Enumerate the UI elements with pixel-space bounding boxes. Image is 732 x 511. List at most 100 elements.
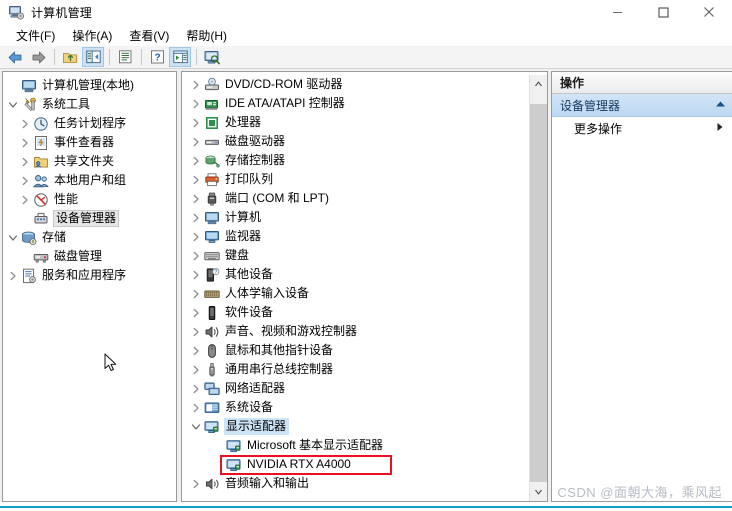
- console-tree-item[interactable]: 存储: [3, 228, 176, 247]
- device-tree-item[interactable]: 鼠标和其他指针设备: [182, 341, 529, 360]
- device-tree-item[interactable]: 打印队列: [182, 170, 529, 189]
- scroll-thumb[interactable]: [530, 104, 547, 482]
- chevron-right-icon[interactable]: [188, 479, 204, 489]
- chevron-right-icon[interactable]: [188, 213, 204, 223]
- console-tree-item-label: 系统工具: [42, 97, 91, 111]
- device-tree-item[interactable]: 软件设备: [182, 303, 529, 322]
- device-tree-item[interactable]: 端口 (COM 和 LPT): [182, 189, 529, 208]
- menu-help[interactable]: 帮助(H): [178, 25, 236, 46]
- chevron-right-icon[interactable]: [188, 308, 204, 318]
- storage-icon: [22, 231, 37, 245]
- chevron-right-icon[interactable]: [188, 403, 204, 413]
- device-tree-item[interactable]: DVD/CD-ROM 驱动器: [182, 75, 529, 94]
- device-tree-item[interactable]: 系统设备: [182, 398, 529, 417]
- menu-action[interactable]: 操作(A): [64, 25, 121, 46]
- console-tree-item[interactable]: 事件查看器: [3, 133, 176, 152]
- console-tree-pane[interactable]: 计算机管理(本地) 系统工具任务计划程序 事件查看器 共享文件夹 本地用户和组 性能 设备管…: [2, 71, 177, 502]
- chevron-right-icon[interactable]: [188, 365, 204, 375]
- chevron-right-icon[interactable]: [188, 289, 204, 299]
- console-tree-item[interactable]: 性能: [3, 190, 176, 209]
- chevron-right-icon: [193, 384, 199, 393]
- console-tree-item[interactable]: 共享文件夹: [3, 152, 176, 171]
- scroll-up-icon: [535, 81, 542, 87]
- chevron-down-icon: [8, 234, 18, 241]
- close-button[interactable]: [686, 0, 732, 24]
- scan-hardware-button[interactable]: [201, 47, 223, 67]
- chevron-right-icon[interactable]: [188, 194, 204, 204]
- window-controls: [594, 0, 732, 24]
- chevron-right-icon[interactable]: [188, 175, 204, 185]
- device-tree-item[interactable]: 声音、视频和游戏控制器: [182, 322, 529, 341]
- device-tree-item[interactable]: 网络适配器: [182, 379, 529, 398]
- console-tree-item[interactable]: 系统工具: [3, 95, 176, 114]
- forward-button[interactable]: [27, 47, 49, 67]
- chevron-right-icon: [22, 119, 28, 128]
- chevron-right-icon[interactable]: [188, 384, 204, 394]
- device-tree-item[interactable]: 监视器: [182, 227, 529, 246]
- chevron-right-icon[interactable]: [188, 99, 204, 109]
- device-tree-item[interactable]: 通用串行总线控制器: [182, 360, 529, 379]
- chevron-right-icon[interactable]: [188, 346, 204, 356]
- device-tree-item[interactable]: 显示适配器: [182, 417, 529, 436]
- chevron-right-icon[interactable]: [17, 157, 33, 167]
- minimize-button[interactable]: [594, 0, 640, 24]
- back-button[interactable]: [4, 47, 26, 67]
- maximize-button[interactable]: [640, 0, 686, 24]
- other-devices-icon: ?: [206, 267, 220, 282]
- chevron-right-icon[interactable]: [188, 251, 204, 261]
- scroll-down-button[interactable]: [530, 484, 547, 501]
- chevron-right-icon[interactable]: [17, 195, 33, 205]
- device-tree-item-highlighted[interactable]: NVIDIA RTX A4000: [182, 455, 529, 475]
- device-tree-item[interactable]: ? 其他设备: [182, 265, 529, 284]
- scroll-track[interactable]: [530, 92, 547, 484]
- device-tree-item[interactable]: 音频输入和输出: [182, 474, 529, 493]
- chevron-down-icon[interactable]: [5, 233, 21, 243]
- menu-file[interactable]: 文件(F): [8, 25, 64, 46]
- device-tree-scrollbar[interactable]: [529, 75, 547, 501]
- actions-pane[interactable]: 操作 设备管理器 更多操作: [551, 71, 732, 502]
- collapse-caret-icon[interactable]: [715, 100, 726, 110]
- display-adapter-icon: [226, 439, 241, 452]
- console-tree-item[interactable]: 任务计划程序: [3, 114, 176, 133]
- help-button[interactable]: ?: [146, 47, 168, 67]
- properties-button[interactable]: [114, 47, 136, 67]
- console-tree-item[interactable]: 计算机管理(本地): [3, 76, 176, 95]
- device-tree-item[interactable]: IDE ATA/ATAPI 控制器: [182, 94, 529, 113]
- device-tree-item[interactable]: 键盘: [182, 246, 529, 265]
- chevron-right-icon[interactable]: [188, 156, 204, 166]
- chevron-right-icon[interactable]: [17, 176, 33, 186]
- action-more-actions[interactable]: 更多操作: [552, 117, 732, 139]
- chevron-right-icon[interactable]: [188, 80, 204, 90]
- console-tree-item[interactable]: 本地用户和组: [3, 171, 176, 190]
- chevron-right-icon[interactable]: [188, 137, 204, 147]
- device-tree-item[interactable]: 人体学输入设备: [182, 284, 529, 303]
- actions-group-label: 设备管理器: [560, 98, 621, 113]
- menu-view[interactable]: 查看(V): [121, 25, 178, 46]
- chevron-down-icon[interactable]: [188, 422, 204, 432]
- up-one-level-button[interactable]: [59, 47, 81, 67]
- console-tree-item[interactable]: 磁盘管理: [3, 247, 176, 266]
- scroll-up-button[interactable]: [530, 75, 547, 92]
- device-tree-item[interactable]: 存储控制器: [182, 151, 529, 170]
- device-tree-item[interactable]: 计算机: [182, 208, 529, 227]
- chevron-right-icon: [193, 118, 199, 127]
- chevron-right-icon[interactable]: [188, 118, 204, 128]
- chevron-right-icon[interactable]: [188, 270, 204, 280]
- show-action-pane-button[interactable]: [169, 47, 191, 67]
- actions-group-device-manager[interactable]: 设备管理器: [552, 94, 732, 117]
- chevron-right-icon[interactable]: [5, 271, 21, 281]
- device-tree-item[interactable]: 处理器: [182, 113, 529, 132]
- show-hide-console-tree-button[interactable]: [82, 47, 104, 67]
- chevron-right-icon[interactable]: [188, 327, 204, 337]
- chevron-right-icon[interactable]: [17, 138, 33, 148]
- device-manager-pane[interactable]: DVD/CD-ROM 驱动器 IDE ATA/ATAPI 控制器 处理器 磁盘驱动器存…: [181, 71, 548, 502]
- chevron-down-icon[interactable]: [5, 100, 21, 110]
- device-tree-item[interactable]: 磁盘驱动器: [182, 132, 529, 151]
- console-tree-item[interactable]: 设备管理器: [3, 209, 176, 228]
- device-tree-item[interactable]: Microsoft 基本显示适配器: [182, 436, 529, 455]
- chevron-right-icon[interactable]: [17, 119, 33, 129]
- console-tree-item[interactable]: 服务和应用程序: [3, 266, 176, 285]
- chevron-right-icon[interactable]: [188, 232, 204, 242]
- maximize-icon: [657, 6, 669, 18]
- close-icon: [704, 7, 714, 17]
